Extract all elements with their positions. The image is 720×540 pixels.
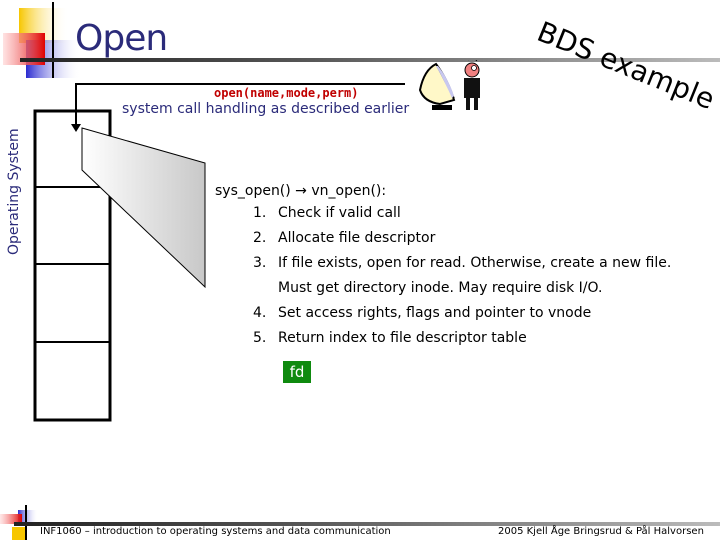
step-text: Return index to file descriptor table (278, 330, 527, 346)
steps-list: 1. Check if valid call 2. Allocate file … (0, 205, 720, 355)
step-number: 2. (253, 230, 267, 246)
step-number: 5. (253, 330, 267, 346)
sys-open-heading: sys_open() → vn_open(): (215, 183, 387, 199)
step-number: 3. (253, 255, 267, 271)
step-text: Check if valid call (278, 205, 401, 221)
step-text: If file exists, open for read. Otherwise… (278, 255, 672, 271)
step-number: 4. (253, 305, 267, 321)
step-text: Allocate file descriptor (278, 230, 436, 246)
call-arrow-head (71, 124, 81, 132)
step-text: Must get directory inode. May require di… (278, 280, 603, 296)
footer-authors: 2005 Kjell Åge Bringsrud & Pål Halvorsen (498, 526, 704, 537)
step-text: Set access rights, flags and pointer to … (278, 305, 592, 321)
step-number: 1. (253, 205, 267, 221)
call-arrow-line (75, 83, 405, 126)
footer-course-title: INF1060 – introduction to operating syst… (40, 526, 391, 537)
fd-result-badge: fd (283, 361, 311, 383)
